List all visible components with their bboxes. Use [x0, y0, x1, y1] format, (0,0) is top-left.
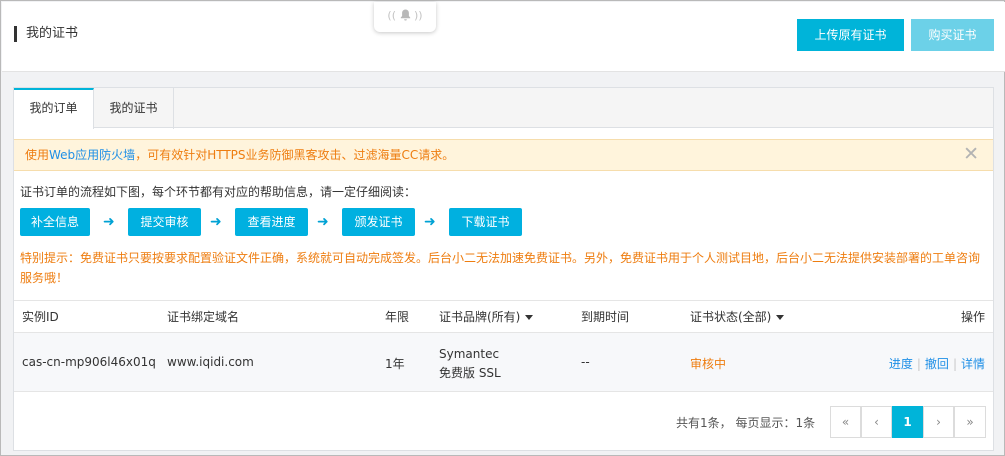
details-link[interactable]: 详情 [961, 357, 985, 371]
col-domain: 证书绑定域名 [167, 310, 240, 324]
col-brand-label: 证书品牌(所有) [439, 310, 521, 324]
table-row: cas-cn-mp906l46x01q www.iqidi.com 1年 Sym… [14, 333, 993, 392]
tab-bar: 我的订单 我的证书 [14, 88, 993, 129]
cell-instance-id: cas-cn-mp906l46x01q [22, 355, 156, 369]
caret-down-icon [525, 315, 534, 320]
next-page-button[interactable]: › [923, 406, 954, 438]
cell-brand-line1: Symantec [439, 347, 500, 361]
first-page-button[interactable]: « [830, 406, 861, 438]
special-warning-text: 特别提示：免费证书只要按要求配置验证文件正确，系统就可自动完成签发。后台小二无法… [20, 251, 981, 285]
notice-prefix: 使用 [25, 148, 50, 162]
table-header: 实例ID 证书绑定域名 年限 证书品牌(所有) 到期时间 证书状态(全部) 操作 [14, 300, 993, 333]
page-title: 我的证书 [14, 26, 78, 42]
step-download-certificate-button[interactable]: 下载证书 [449, 208, 522, 236]
col-instance-id: 实例ID [22, 310, 59, 324]
prev-page-button[interactable]: ‹ [861, 406, 892, 438]
left-wave-icon: (( [387, 9, 396, 22]
waf-notice-bar: 使用Web应用防火墙，可有效针对HTTPS业务防御黑客攻击、过滤海量CC请求。 … [14, 139, 993, 171]
row-actions: 进度 | 撤回 | 详情 [889, 355, 985, 372]
col-expire: 到期时间 [581, 310, 630, 324]
close-icon[interactable]: ✕ [963, 140, 979, 168]
cell-expire: -- [581, 355, 590, 369]
cell-domain: www.iqidi.com [167, 355, 254, 369]
upload-certificate-button[interactable]: 上传原有证书 [797, 19, 904, 51]
arrow-right-icon: ➜ [103, 214, 115, 230]
col-status-label: 证书状态(全部) [690, 310, 772, 324]
col-brand-filter[interactable]: 证书品牌(所有) [439, 301, 534, 333]
notification-tab[interactable]: (( )) [374, 2, 436, 32]
arrow-right-icon: ➜ [317, 214, 329, 230]
divider: | [952, 357, 957, 371]
tab-my-orders[interactable]: 我的订单 [14, 88, 94, 129]
step-issue-certificate-button[interactable]: 颁发证书 [342, 208, 415, 236]
step-check-progress-button[interactable]: 查看进度 [235, 208, 308, 236]
content-panel: 我的订单 我的证书 使用Web应用防火墙，可有效针对HTTPS业务防御黑客攻击、… [13, 87, 994, 451]
progress-link[interactable]: 进度 [889, 357, 913, 371]
arrow-right-icon: ➜ [210, 214, 222, 230]
app-frame: 我的证书 (( )) 上传原有证书 购买证书 我的订单 我的证书 使用Web应用… [0, 0, 1005, 456]
buy-certificate-button[interactable]: 购买证书 [911, 19, 994, 51]
col-status-filter[interactable]: 证书状态(全部) [690, 301, 785, 333]
pagination-info: 共有1条， 每页显示：1条 [676, 416, 816, 430]
status-badge: 审核中 [690, 357, 727, 371]
divider: | [916, 357, 921, 371]
arrow-right-icon: ➜ [424, 214, 436, 230]
step-submit-review-button[interactable]: 提交审核 [128, 208, 201, 236]
right-wave-icon: )) [414, 9, 423, 22]
page-1-button[interactable]: 1 [892, 406, 923, 438]
withdraw-link[interactable]: 撤回 [925, 357, 949, 371]
waf-link[interactable]: Web应用防火墙 [49, 148, 135, 162]
step-complete-info-button[interactable]: 补全信息 [20, 208, 90, 236]
cell-term: 1年 [385, 357, 405, 371]
bell-icon [400, 9, 410, 21]
tab-my-certificates[interactable]: 我的证书 [94, 88, 174, 129]
caret-down-icon [776, 315, 785, 320]
last-page-button[interactable]: » [954, 406, 986, 438]
flow-intro-text: 证书订单的流程如下图，每个环节都有对应的帮助信息，请一定仔细阅读： [20, 185, 417, 199]
notice-suffix: ，可有效针对HTTPS业务防御黑客攻击、过滤海量CC请求。 [135, 148, 455, 162]
page-header: 我的证书 (( )) 上传原有证书 购买证书 [2, 2, 1005, 72]
cell-brand-line2: 免费版 SSL [439, 366, 501, 380]
col-term: 年限 [385, 310, 410, 324]
col-actions: 操作 [960, 310, 985, 324]
